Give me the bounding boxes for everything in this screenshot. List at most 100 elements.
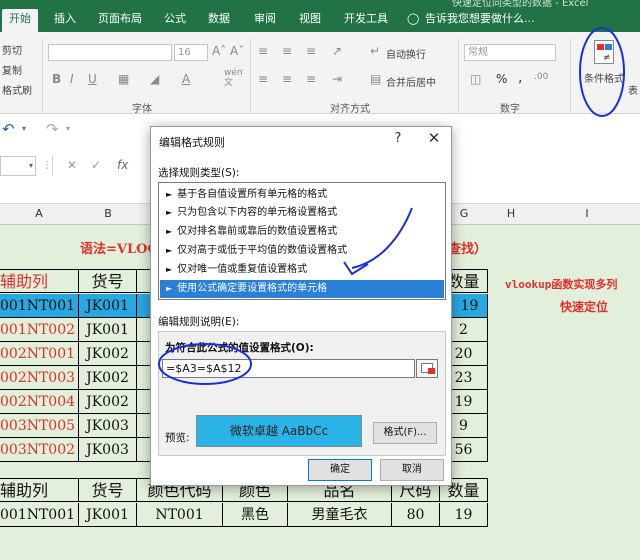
align-center-icon[interactable]: ≡ [282,72,292,86]
range-select-icon[interactable] [416,359,438,378]
font-size-select[interactable]: 16 [174,44,208,61]
merge-icon[interactable]: ▤ [370,72,381,86]
rule-type-item-selected[interactable]: ► 使用公式确定要设置格式的单元格 [160,280,444,298]
format-button[interactable]: 格式(F)... [373,422,437,444]
redo-icon[interactable]: ↷ [46,120,59,138]
italic-icon[interactable]: I [70,72,74,86]
table-row[interactable] [137,342,151,366]
border-icon[interactable]: ▦ [118,72,129,86]
font-family-select[interactable] [48,44,172,61]
number-format-select[interactable]: 常规 [464,44,556,61]
table-row[interactable]: 003NT002 [0,438,79,462]
confirm-edit-icon[interactable]: ✓ [91,158,101,172]
fx-icon[interactable]: fx [117,158,128,172]
tab-review[interactable]: 审阅 [247,9,283,32]
indent-icon[interactable]: ⇥ [332,72,342,86]
chevron-down-icon[interactable]: ▾ [22,124,26,133]
table-row[interactable]: JK002 [79,366,137,390]
table-header-helper[interactable]: 辅助列 [0,269,79,293]
tab-page-layout[interactable]: 页面布局 [91,9,149,32]
table-header-sku[interactable]: 货号 [79,269,137,293]
table-row[interactable]: JK002 [79,390,137,414]
decimal-icon[interactable]: .00 [534,72,548,82]
format-painter-button[interactable]: 格式刷 [2,82,32,97]
table-row[interactable]: JK003 [79,438,137,462]
merge-center-button[interactable]: 合并后居中 [386,74,436,89]
align-top-icon[interactable]: ≡ [258,44,268,58]
underline-icon[interactable]: U [88,72,97,86]
lookup-header-helper[interactable]: 辅助列 [0,478,79,502]
lookup-row[interactable]: 001NT001 [0,503,79,527]
table-row[interactable] [137,294,151,318]
orientation-icon[interactable]: ↗ [332,44,342,58]
table-header-color-code[interactable] [137,269,151,293]
format-as-table-button[interactable]: 表 [628,82,638,97]
table-row[interactable]: 001NT002 [0,318,79,342]
lookup-row[interactable]: JK001 [79,503,137,527]
table-row[interactable]: JK001 [79,318,137,342]
tab-developer[interactable]: 开发工具 [337,9,395,32]
chevron-down-icon[interactable]: ▾ [66,124,70,133]
table-row[interactable]: 002NT003 [0,366,79,390]
close-icon[interactable]: ✕ [425,129,443,147]
table-row[interactable]: 002NT001 [0,342,79,366]
align-middle-icon[interactable]: ≡ [282,44,292,58]
name-box[interactable]: ▾ [0,156,36,176]
tell-me-search[interactable]: 告诉我您想要做什么... [418,9,542,32]
undo-icon[interactable]: ↶ [2,120,15,138]
lookup-row[interactable]: 19 [440,503,488,527]
table-row[interactable]: 001NT001 [0,294,79,318]
wrap-text-button[interactable]: 自动换行 [386,46,426,61]
table-row[interactable] [137,414,151,438]
column-header-i[interactable]: I [534,207,640,220]
lookup-row[interactable]: 黑色 [223,503,288,527]
fill-color-icon[interactable]: ◢ [150,72,159,86]
table-row[interactable] [137,366,151,390]
cancel-edit-icon[interactable]: ✕ [67,158,77,172]
align-left-icon[interactable]: ≡ [258,72,268,86]
tab-data[interactable]: 数据 [201,9,237,32]
lookup-row[interactable]: NT001 [137,503,223,527]
lookup-row[interactable]: 80 [392,503,440,527]
comma-icon[interactable]: , [518,70,522,86]
conditional-format-icon[interactable]: ≠ [594,40,614,64]
tab-insert[interactable]: 插入 [47,9,83,32]
tab-home[interactable]: 开始 [2,9,38,32]
bold-icon[interactable]: B [52,72,61,86]
currency-icon[interactable]: ◫ [470,72,481,86]
wrap-text-icon[interactable]: ↵ [370,44,380,58]
column-header-b[interactable]: B [79,207,137,220]
help-icon[interactable]: ? [389,131,407,146]
copy-button[interactable]: 复制 [2,62,22,77]
lookup-header-sku[interactable]: 货号 [79,478,137,502]
table-row[interactable]: 19 [452,294,488,318]
table-row[interactable] [137,438,151,462]
cancel-button[interactable]: 取消 [380,459,444,481]
decrease-font-icon[interactable]: Aˇ [230,44,244,58]
column-header-h[interactable]: H [488,207,534,220]
rule-type-item[interactable]: ► 仅对排名靠前或靠后的数值设置格式 [160,223,444,241]
tab-formulas[interactable]: 公式 [157,9,193,32]
increase-font-icon[interactable]: Aˆ [212,44,226,58]
rule-type-item[interactable]: ► 只为包含以下内容的单元格设置格式 [160,204,444,222]
column-header-a[interactable]: A [0,207,78,220]
lookup-row[interactable]: 男童毛衣 [288,503,392,527]
table-row[interactable] [137,390,151,414]
rule-type-list[interactable]: ► 基于各自值设置所有单元格的格式 ► 只为包含以下内容的单元格设置格式 ► 仅对排名… [158,182,446,300]
align-bottom-icon[interactable]: ≡ [306,44,316,58]
phonetic-icon[interactable]: wén 文 [224,68,243,88]
tab-view[interactable]: 视图 [292,9,328,32]
cut-button[interactable]: 剪切 [2,42,22,57]
font-color-icon[interactable]: A [182,72,190,86]
table-row[interactable]: JK003 [79,414,137,438]
table-row[interactable]: 002NT004 [0,390,79,414]
formula-input[interactable]: =$A3=$A$12 [162,359,415,378]
conditional-format-button[interactable]: 条件格式 [584,70,624,85]
table-row[interactable]: 003NT005 [0,414,79,438]
table-row[interactable]: JK001 [79,294,137,318]
align-right-icon[interactable]: ≡ [306,72,316,86]
rule-type-item[interactable]: ► 基于各自值设置所有单元格的格式 [160,186,444,204]
percent-icon[interactable]: % [496,72,507,86]
table-row[interactable] [137,318,151,342]
chevron-down-icon[interactable]: ▾ [29,161,33,170]
